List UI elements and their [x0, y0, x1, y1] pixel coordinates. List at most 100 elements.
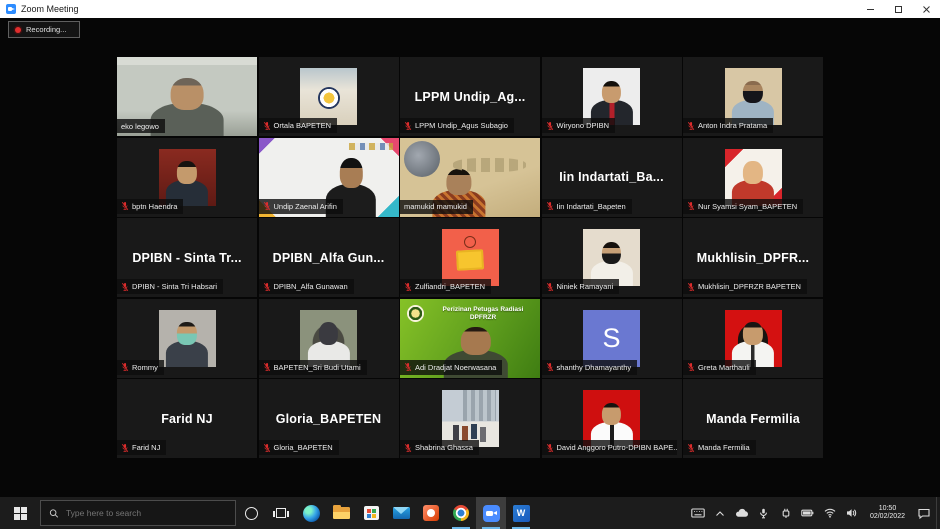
battery-icon[interactable] [800, 497, 816, 529]
participant-name-label: Zulfiandri_BAPETEN [400, 279, 491, 294]
hidden-icons-chevron-icon[interactable] [712, 497, 728, 529]
start-button[interactable] [0, 497, 40, 529]
participant-tile[interactable]: LPPM Undip_Ag... LPPM Undip_Agus Subagio [400, 57, 540, 136]
participant-tile[interactable]: Shabrina Ghassa [400, 379, 540, 458]
participant-name-label: Manda Fermilia [683, 440, 756, 455]
profile-avatar [159, 310, 216, 367]
participant-tile[interactable]: Gloria_BAPETEN Gloria_BAPETEN [259, 379, 399, 458]
recording-indicator: Recording... [8, 21, 80, 38]
participant-name-label: Niniek Ramayani [542, 279, 620, 294]
search-icon [49, 508, 59, 519]
close-button[interactable] [912, 0, 940, 18]
microphone-icon[interactable] [756, 497, 772, 529]
participant-tile[interactable]: bptn Haendra [117, 138, 257, 217]
participant-tile[interactable]: mamukid mamukid [400, 138, 540, 217]
muted-mic-icon [687, 121, 695, 131]
microsoft-edge-icon [303, 505, 320, 522]
file-explorer-taskbar-button[interactable] [326, 497, 356, 529]
taskbar-search[interactable] [40, 500, 236, 526]
word-icon [513, 505, 530, 522]
participant-tile[interactable]: Sshanthy Dhamayanthy [542, 299, 682, 378]
participant-name-label: Anton Indra Pratama [683, 118, 773, 133]
participant-tile[interactable]: Nur Syamsi Syam_BAPETEN [683, 138, 823, 217]
participant-name-label: Undip Zaenal Arifin [259, 199, 343, 214]
cortana-button[interactable] [236, 497, 266, 529]
task-view-button[interactable] [266, 497, 296, 529]
participant-tile[interactable]: BAPETEN_Sri Budi Utami [259, 299, 399, 378]
chrome-taskbar-button[interactable] [446, 497, 476, 529]
participant-grid: eko legowoOrtala BAPETENLPPM Undip_Ag...… [117, 57, 824, 458]
show-desktop-button[interactable] [936, 497, 940, 529]
taskbar-clock[interactable]: 10:50 02/02/2022 [863, 505, 912, 522]
participant-name-label: DPIBN_Alfa Gunawan [259, 279, 354, 294]
profile-avatar [300, 310, 357, 367]
participant-display-name: Manda Fermilia [706, 412, 800, 426]
participant-tile[interactable]: Iin Indartati_Ba...Iin Indartati_Bapeten [542, 138, 682, 217]
task-view-icon [276, 508, 286, 518]
participant-tile[interactable]: Perizinan Petugas RadiasiDPFRZRAdi Dradj… [400, 299, 540, 378]
participant-tile[interactable]: Greta Marthauli [683, 299, 823, 378]
profile-avatar [442, 390, 499, 447]
participant-name-label: Mukhlisin_DPFRZR BAPETEN [683, 279, 807, 294]
participant-name-label: LPPM Undip_Agus Subagio [400, 118, 514, 133]
participant-name-label: David Anggoro Putro-DPIBN BAPE... [542, 440, 678, 455]
action-center-button[interactable] [912, 497, 936, 529]
zoom-taskbar-button[interactable] [476, 497, 506, 529]
participant-tile[interactable]: eko legowo [117, 57, 257, 136]
participant-tile[interactable]: Zulfiandri_BAPETEN [400, 218, 540, 297]
participant-tile[interactable]: Niniek Ramayani [542, 218, 682, 297]
maximize-button[interactable] [884, 0, 912, 18]
participant-name-label: shanthy Dhamayanthy [542, 360, 638, 375]
profile-avatar [725, 68, 782, 125]
mail-taskbar-button[interactable] [386, 497, 416, 529]
participant-tile[interactable]: DPIBN_Alfa Gun... DPIBN_Alfa Gunawan [259, 218, 399, 297]
muted-mic-icon [546, 443, 554, 453]
touch-keyboard-icon[interactable] [690, 497, 706, 529]
muted-mic-icon [263, 443, 271, 453]
participant-tile[interactable]: Anton Indra Pratama [683, 57, 823, 136]
muted-mic-icon [404, 443, 412, 453]
participant-display-name: DPIBN_Alfa Gun... [273, 251, 385, 265]
participant-tile[interactable]: Ortala BAPETEN [259, 57, 399, 136]
word-taskbar-button[interactable] [506, 497, 536, 529]
onedrive-cloud-icon[interactable] [734, 497, 750, 529]
recording-label: Recording... [26, 25, 66, 34]
office-taskbar-button[interactable] [416, 497, 446, 529]
participant-tile[interactable]: Farid NJFarid NJ [117, 379, 257, 458]
microsoft-store-taskbar-button[interactable] [356, 497, 386, 529]
participant-name-label: eko legowo [117, 119, 165, 133]
participant-tile[interactable]: David Anggoro Putro-DPIBN BAPE... [542, 379, 682, 458]
muted-mic-icon [121, 362, 129, 372]
system-tray: 10:50 02/02/2022 [687, 497, 940, 529]
power-plug-icon[interactable] [778, 497, 794, 529]
volume-icon[interactable] [844, 497, 860, 529]
person-silhouette [166, 322, 208, 366]
muted-mic-icon [404, 282, 412, 292]
windows-logo-icon [14, 507, 27, 520]
chrome-icon [453, 505, 469, 521]
profile-avatar [442, 229, 499, 286]
muted-mic-icon [687, 362, 695, 372]
participant-tile[interactable]: DPIBN - Sinta Tr...DPIBN - Sinta Tri Hab… [117, 218, 257, 297]
participant-name-label: bptn Haendra [117, 199, 183, 214]
profile-avatar [583, 390, 640, 447]
wifi-icon[interactable] [822, 497, 838, 529]
search-input[interactable] [66, 508, 227, 518]
microsoft-edge-taskbar-button[interactable] [296, 497, 326, 529]
minimize-button[interactable] [856, 0, 884, 18]
mail-icon [393, 507, 410, 519]
participant-tile[interactable]: Mukhlisin_DPFR... Mukhlisin_DPFRZR BAPETE… [683, 218, 823, 297]
participant-name-label: Gloria_BAPETEN [259, 440, 339, 455]
windows-taskbar: 10:50 02/02/2022 [0, 497, 940, 529]
muted-mic-icon [687, 443, 695, 453]
participant-display-name: Gloria_BAPETEN [276, 412, 382, 426]
profile-avatar [300, 68, 357, 125]
participant-display-name: LPPM Undip_Ag... [415, 90, 526, 104]
participant-tile[interactable]: Wiryono DPIBN [542, 57, 682, 136]
muted-mic-icon [546, 201, 554, 211]
profile-avatar [159, 149, 216, 206]
participant-tile[interactable]: Rommy [117, 299, 257, 378]
participant-tile[interactable]: Manda Fermilia Manda Fermilia [683, 379, 823, 458]
participant-tile[interactable]: Undip Zaenal Arifin [259, 138, 399, 217]
participant-display-name: Mukhlisin_DPFR... [697, 251, 809, 265]
